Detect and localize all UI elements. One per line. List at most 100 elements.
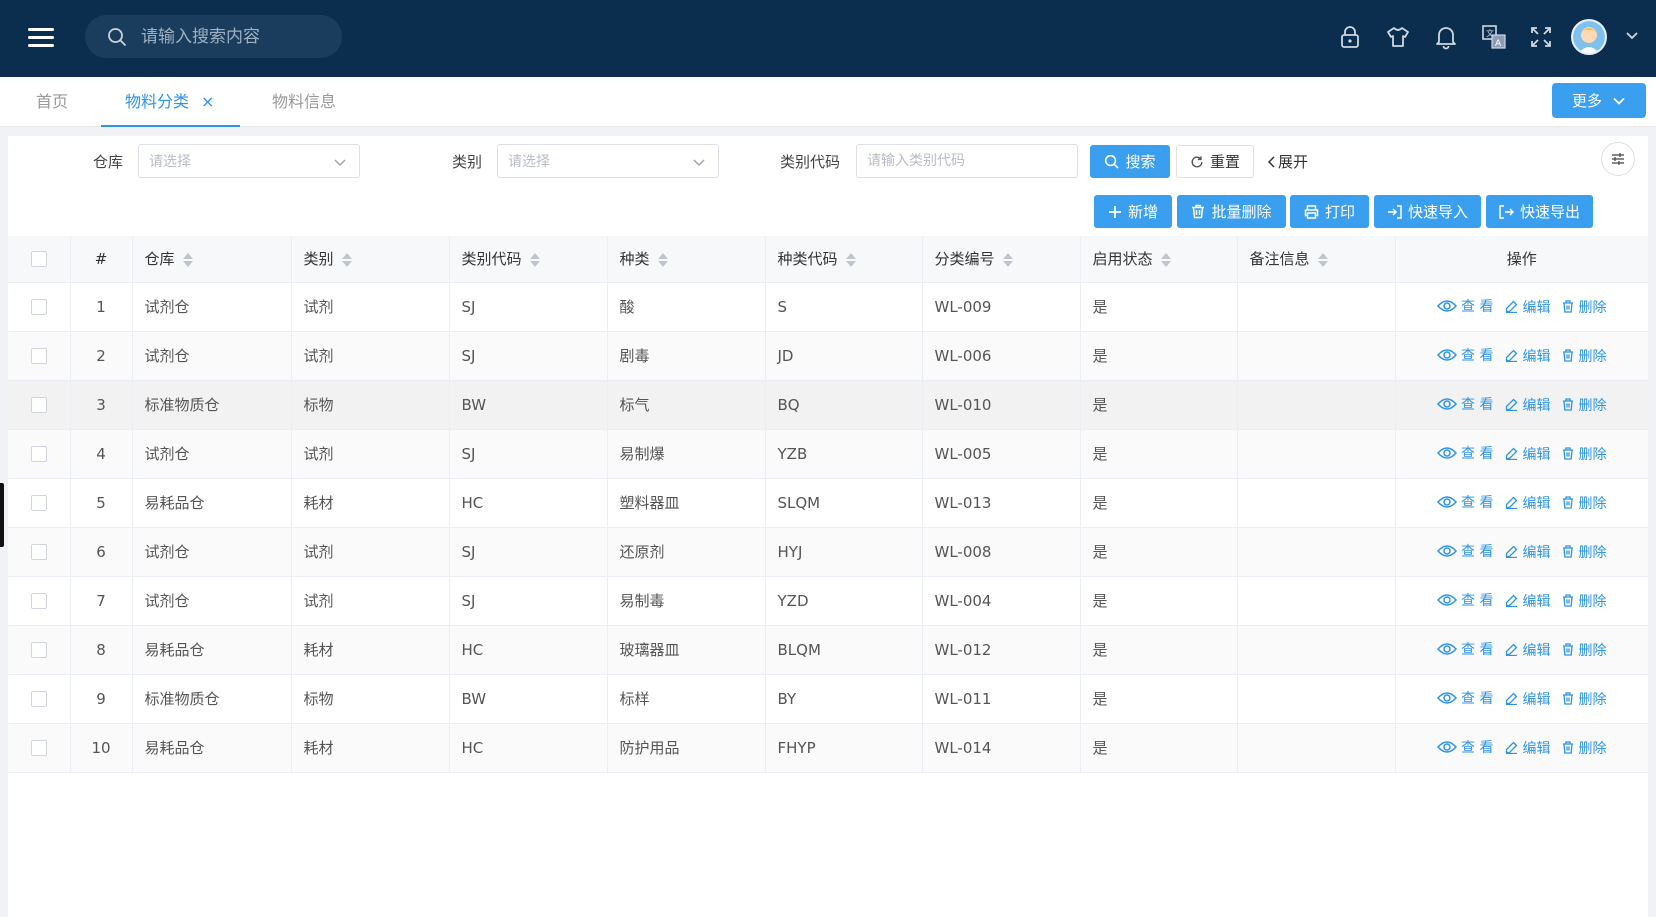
delete-link[interactable]: 删除 — [1562, 738, 1606, 758]
table-row[interactable]: 8 易耗品仓 耗材 HC 玻璃器皿 BLQM WL-012 是 查 看 编辑 删除 — [8, 625, 1648, 675]
global-search[interactable] — [85, 15, 342, 58]
user-avatar[interactable] — [1571, 19, 1607, 55]
table-row[interactable]: 1 试剂仓 试剂 SJ 酸 S WL-009 是 查 看 编辑 删除 — [8, 282, 1648, 332]
row-checkbox[interactable] — [30, 397, 47, 413]
view-link[interactable]: 查 看 — [1437, 394, 1493, 414]
column-header-remark[interactable]: 备注信息 — [1237, 236, 1396, 283]
table-row[interactable]: 9 标准物质仓 标物 BW 标样 BY WL-011 是 查 看 编辑 删除 — [8, 674, 1648, 724]
edit-link[interactable]: 编辑 — [1505, 493, 1550, 513]
quick-export-button[interactable]: 快速导出 — [1486, 195, 1593, 228]
row-checkbox[interactable] — [30, 495, 47, 511]
delete-link[interactable]: 删除 — [1562, 542, 1606, 562]
sort-icon[interactable] — [341, 252, 352, 268]
select-all-checkbox[interactable] — [30, 251, 47, 268]
global-search-input[interactable] — [141, 26, 331, 47]
delete-link[interactable]: 删除 — [1562, 689, 1606, 709]
column-header-category-code[interactable]: 类别代码 — [449, 236, 608, 283]
view-link[interactable]: 查 看 — [1437, 492, 1493, 512]
delete-link[interactable]: 删除 — [1562, 297, 1606, 317]
sort-icon[interactable] — [657, 252, 668, 268]
table-row[interactable]: 4 试剂仓 试剂 SJ 易制爆 YZB WL-005 是 查 看 编辑 删除 — [8, 429, 1648, 479]
row-checkbox[interactable] — [30, 299, 47, 315]
category-select[interactable]: 请选择 — [497, 144, 719, 178]
view-link[interactable]: 查 看 — [1437, 296, 1493, 316]
edit-link[interactable]: 编辑 — [1505, 640, 1550, 660]
delete-link[interactable]: 删除 — [1562, 346, 1606, 366]
sort-icon[interactable] — [845, 252, 856, 268]
row-checkbox[interactable] — [30, 642, 47, 658]
row-checkbox[interactable] — [30, 348, 47, 364]
search-button[interactable]: 搜索 — [1090, 145, 1170, 178]
column-header-kind-code[interactable]: 种类代码 — [765, 236, 923, 283]
reset-button[interactable]: 重置 — [1176, 145, 1254, 178]
shirt-icon[interactable] — [1381, 20, 1415, 54]
column-header-category[interactable]: 类别 — [291, 236, 450, 283]
table-row[interactable]: 5 易耗品仓 耗材 HC 塑料器皿 SLQM WL-013 是 查 看 编辑 删除 — [8, 478, 1648, 528]
bell-icon[interactable] — [1429, 20, 1463, 54]
cell-remark — [1237, 282, 1396, 332]
edit-link[interactable]: 编辑 — [1505, 689, 1550, 709]
delete-link[interactable]: 删除 — [1562, 493, 1606, 513]
menu-toggle-icon[interactable] — [28, 26, 54, 48]
table-row[interactable]: 2 试剂仓 试剂 SJ 剧毒 JD WL-006 是 查 看 编辑 删除 — [8, 331, 1648, 381]
column-settings-button[interactable] — [1601, 142, 1635, 176]
add-button[interactable]: 新增 — [1094, 195, 1172, 228]
print-button[interactable]: 打印 — [1290, 195, 1369, 228]
edit-link[interactable]: 编辑 — [1505, 738, 1550, 758]
row-checkbox[interactable] — [30, 593, 47, 609]
row-checkbox[interactable] — [30, 691, 47, 707]
lock-icon[interactable] — [1333, 20, 1367, 54]
more-button[interactable]: 更多 — [1552, 83, 1646, 118]
sort-icon[interactable] — [1317, 252, 1328, 268]
chevron-down-icon[interactable] — [1624, 28, 1640, 44]
delete-link[interactable]: 删除 — [1562, 640, 1606, 660]
sort-icon[interactable] — [182, 252, 193, 268]
table-row[interactable]: 3 标准物质仓 标物 BW 标气 BQ WL-010 是 查 看 编辑 删除 — [8, 380, 1648, 430]
view-link[interactable]: 查 看 — [1437, 345, 1493, 365]
view-link[interactable]: 查 看 — [1437, 590, 1493, 610]
fullscreen-icon[interactable] — [1524, 20, 1558, 54]
material-category-table: # 仓库 类别 类别代码 种类 种类代码 分类编号 启用状态 备注信息 操作 1… — [8, 236, 1648, 773]
sort-icon[interactable] — [529, 252, 540, 268]
column-header-kind[interactable]: 种类 — [607, 236, 766, 283]
row-checkbox[interactable] — [30, 544, 47, 560]
edit-link[interactable]: 编辑 — [1505, 591, 1550, 611]
warehouse-select[interactable]: 请选择 — [138, 144, 360, 178]
batch-delete-button[interactable]: 批量删除 — [1177, 195, 1286, 228]
tab-material-info[interactable]: 物料信息 — [272, 77, 336, 127]
side-drawer-handle[interactable] — [0, 483, 4, 547]
column-header-class-number[interactable]: 分类编号 — [922, 236, 1081, 283]
view-link[interactable]: 查 看 — [1437, 688, 1493, 708]
sort-icon[interactable] — [1002, 252, 1013, 268]
edit-link[interactable]: 编辑 — [1505, 297, 1550, 317]
table-row[interactable]: 10 易耗品仓 耗材 HC 防护用品 FHYP WL-014 是 查 看 编辑 删除 — [8, 723, 1648, 773]
delete-link[interactable]: 删除 — [1562, 444, 1606, 464]
column-header-warehouse[interactable]: 仓库 — [132, 236, 292, 283]
row-checkbox[interactable] — [30, 740, 47, 756]
edit-link[interactable]: 编辑 — [1505, 395, 1550, 415]
view-link[interactable]: 查 看 — [1437, 737, 1493, 757]
delete-link[interactable]: 删除 — [1562, 395, 1606, 415]
close-icon[interactable]: × — [201, 92, 214, 111]
expand-toggle[interactable]: 展开 — [1266, 151, 1308, 172]
tab-material-category[interactable]: 物料分类 × — [101, 77, 240, 127]
chevron-down-icon — [334, 159, 346, 167]
table-row[interactable]: 7 试剂仓 试剂 SJ 易制毒 YZD WL-004 是 查 看 编辑 删除 — [8, 576, 1648, 626]
sort-icon[interactable] — [1160, 252, 1171, 268]
edit-link[interactable]: 编辑 — [1505, 444, 1550, 464]
edit-link[interactable]: 编辑 — [1505, 542, 1550, 562]
cell-warehouse: 易耗品仓 — [132, 723, 292, 773]
row-checkbox[interactable] — [30, 446, 47, 462]
translate-icon[interactable]: 文A — [1477, 20, 1511, 54]
column-header-enabled-status[interactable]: 启用状态 — [1080, 236, 1238, 283]
view-link[interactable]: 查 看 — [1437, 541, 1493, 561]
view-link[interactable]: 查 看 — [1437, 639, 1493, 659]
tab-home[interactable]: 首页 — [36, 77, 68, 127]
table-row[interactable]: 6 试剂仓 试剂 SJ 还原剂 HYJ WL-008 是 查 看 编辑 删除 — [8, 527, 1648, 577]
quick-import-button[interactable]: 快速导入 — [1374, 195, 1481, 228]
category-code-input[interactable] — [856, 144, 1078, 178]
view-link[interactable]: 查 看 — [1437, 443, 1493, 463]
edit-link[interactable]: 编辑 — [1505, 346, 1550, 366]
delete-link[interactable]: 删除 — [1562, 591, 1606, 611]
chevron-down-icon — [693, 159, 705, 167]
